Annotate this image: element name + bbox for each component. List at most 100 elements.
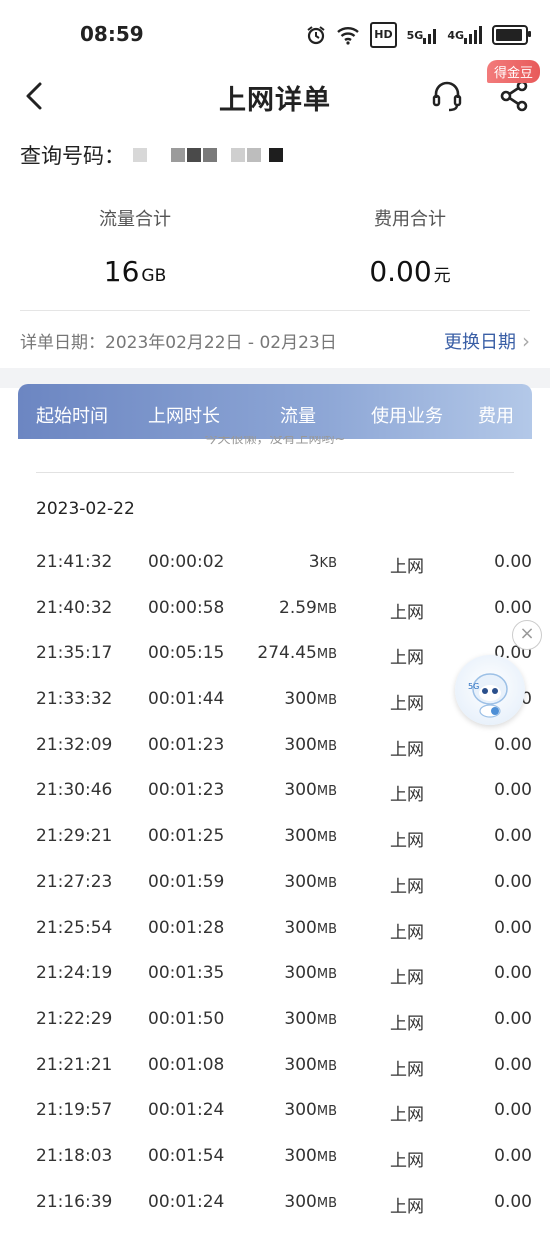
row-traffic-value: 300 bbox=[284, 963, 317, 984]
traffic-total-label: 流量合计 bbox=[99, 209, 171, 230]
row-business: 上网 bbox=[390, 648, 424, 669]
table-row: 21:16:39 00:01:24 300MB 上网 0.00 bbox=[18, 1192, 532, 1237]
row-business: 上网 bbox=[390, 831, 424, 852]
row-duration: 00:00:58 bbox=[148, 597, 225, 618]
row-traffic-value: 300 bbox=[284, 871, 317, 892]
traffic-total-value: 16 GB bbox=[35, 255, 235, 288]
query-number-label: 查询号码： bbox=[20, 144, 125, 168]
row-traffic-value: 300 bbox=[284, 689, 317, 710]
header-start-time: 起始时间 bbox=[36, 406, 108, 427]
close-icon: × bbox=[519, 623, 535, 644]
masked-phone-number bbox=[133, 148, 285, 162]
row-duration: 00:01:28 bbox=[148, 917, 225, 938]
row-fee: 0.00 bbox=[494, 826, 532, 847]
row-fee: 0.00 bbox=[494, 1145, 532, 1166]
row-fee: 0.00 bbox=[494, 1008, 532, 1029]
row-start-time: 21:22:29 bbox=[36, 1008, 113, 1029]
row-fee: 0.00 bbox=[494, 552, 532, 572]
fee-total-value: 0.00 元 bbox=[310, 255, 510, 288]
row-duration: 00:00:02 bbox=[148, 552, 225, 572]
row-business: 上网 bbox=[390, 1196, 424, 1217]
signal-4g-icon: 4G bbox=[447, 24, 482, 46]
row-start-time: 21:41:32 bbox=[36, 552, 113, 572]
table-row: 21:21:21 00:01:08 300MB 上网 0.00 bbox=[18, 1055, 532, 1101]
battery-icon bbox=[492, 25, 531, 45]
row-duration: 00:01:23 bbox=[148, 780, 225, 801]
change-date-label: 更换日期 bbox=[444, 332, 516, 353]
row-start-time: 21:32:09 bbox=[36, 734, 113, 755]
divider bbox=[36, 472, 514, 473]
signal-5g-icon: 5G bbox=[407, 24, 438, 46]
row-traffic-unit: MB bbox=[316, 830, 337, 846]
row-start-time: 21:24:19 bbox=[36, 963, 113, 984]
row-business: 上网 bbox=[390, 876, 424, 897]
date-range-row: 详单日期：2023年02月22日 - 02月23日 更换日期 › bbox=[20, 328, 530, 358]
row-traffic-unit: MB bbox=[316, 921, 337, 937]
row-traffic-unit: MB bbox=[316, 738, 337, 754]
row-business: 上网 bbox=[390, 922, 424, 943]
row-duration: 00:01:35 bbox=[148, 963, 225, 984]
assistant-mascot-icon: 5G bbox=[468, 673, 508, 718]
row-traffic-unit: MB bbox=[316, 601, 337, 617]
row-duration: 00:01:54 bbox=[148, 1145, 225, 1166]
customer-service-button[interactable] bbox=[430, 78, 464, 114]
row-duration: 00:01:08 bbox=[148, 1054, 225, 1075]
row-traffic-unit: MB bbox=[316, 967, 337, 983]
share-button[interactable] bbox=[498, 78, 532, 114]
table-row: 21:22:29 00:01:50 300MB 上网 0.00 bbox=[18, 1009, 532, 1055]
nav-bar: 上网详单 bbox=[0, 70, 550, 125]
row-traffic-value: 300 bbox=[284, 917, 317, 938]
chevron-right-icon: › bbox=[522, 329, 530, 353]
query-number-row: 查询号码： bbox=[20, 140, 285, 170]
row-traffic: 300MB bbox=[284, 689, 337, 709]
coin-badge[interactable]: 得金豆 bbox=[486, 60, 540, 83]
row-traffic-unit: MB bbox=[316, 1195, 337, 1211]
row-business: 上网 bbox=[390, 1059, 424, 1080]
row-traffic-unit: MB bbox=[316, 693, 337, 709]
row-traffic-unit: MB bbox=[316, 1058, 337, 1074]
table-row: 21:25:54 00:01:28 300MB 上网 0.00 bbox=[18, 918, 532, 964]
row-start-time: 21:27:23 bbox=[36, 871, 113, 892]
row-business: 上网 bbox=[390, 557, 424, 577]
row-traffic: 300MB bbox=[284, 826, 337, 846]
row-fee: 0.00 bbox=[494, 1191, 532, 1212]
row-start-time: 21:40:32 bbox=[36, 597, 113, 618]
row-fee: 0.00 bbox=[494, 871, 532, 892]
row-start-time: 21:21:21 bbox=[36, 1054, 113, 1075]
row-traffic: 300MB bbox=[284, 872, 337, 892]
row-traffic-value: 300 bbox=[284, 826, 317, 847]
row-traffic-unit: KB bbox=[319, 556, 337, 571]
row-business: 上网 bbox=[390, 968, 424, 989]
net-5g-label: 5G bbox=[406, 28, 424, 42]
row-traffic-unit: MB bbox=[316, 1104, 337, 1120]
traffic-total-number: 16 bbox=[103, 255, 140, 288]
status-time: 08:59 bbox=[80, 22, 144, 46]
row-duration: 00:05:15 bbox=[148, 643, 225, 664]
row-fee: 0.00 bbox=[494, 963, 532, 984]
assistant-float-button[interactable]: 5G bbox=[455, 655, 525, 725]
row-traffic-value: 2.59 bbox=[279, 597, 317, 618]
row-fee: 0.00 bbox=[494, 1100, 532, 1121]
traffic-total: 流量合计 16 GB bbox=[35, 205, 235, 288]
close-assistant-button[interactable]: × bbox=[512, 620, 542, 650]
headset-icon bbox=[432, 81, 462, 112]
row-traffic: 300MB bbox=[284, 1146, 337, 1166]
table-row: 21:18:03 00:01:54 300MB 上网 0.00 bbox=[18, 1146, 532, 1192]
change-date-link[interactable]: 更换日期 › bbox=[444, 328, 530, 354]
row-fee: 0.00 bbox=[494, 917, 532, 938]
row-traffic: 300MB bbox=[284, 1009, 337, 1029]
row-start-time: 21:18:03 bbox=[36, 1145, 113, 1166]
share-icon bbox=[500, 80, 528, 112]
row-start-time: 21:25:54 bbox=[36, 917, 113, 938]
table-row: 21:40:32 00:00:58 2.59MB 上网 0.00 bbox=[18, 598, 532, 644]
row-traffic: 300MB bbox=[284, 963, 337, 983]
row-duration: 00:01:24 bbox=[148, 1100, 225, 1121]
row-traffic-unit: MB bbox=[316, 1149, 337, 1165]
row-fee: 0.00 bbox=[494, 1054, 532, 1075]
net-4g-label: 4G bbox=[447, 28, 464, 42]
row-business: 上网 bbox=[390, 1150, 424, 1171]
row-traffic-value: 300 bbox=[284, 1054, 317, 1075]
hd-icon: HD bbox=[370, 22, 397, 48]
row-traffic-value: 300 bbox=[284, 1100, 317, 1121]
row-traffic: 300MB bbox=[284, 918, 337, 938]
